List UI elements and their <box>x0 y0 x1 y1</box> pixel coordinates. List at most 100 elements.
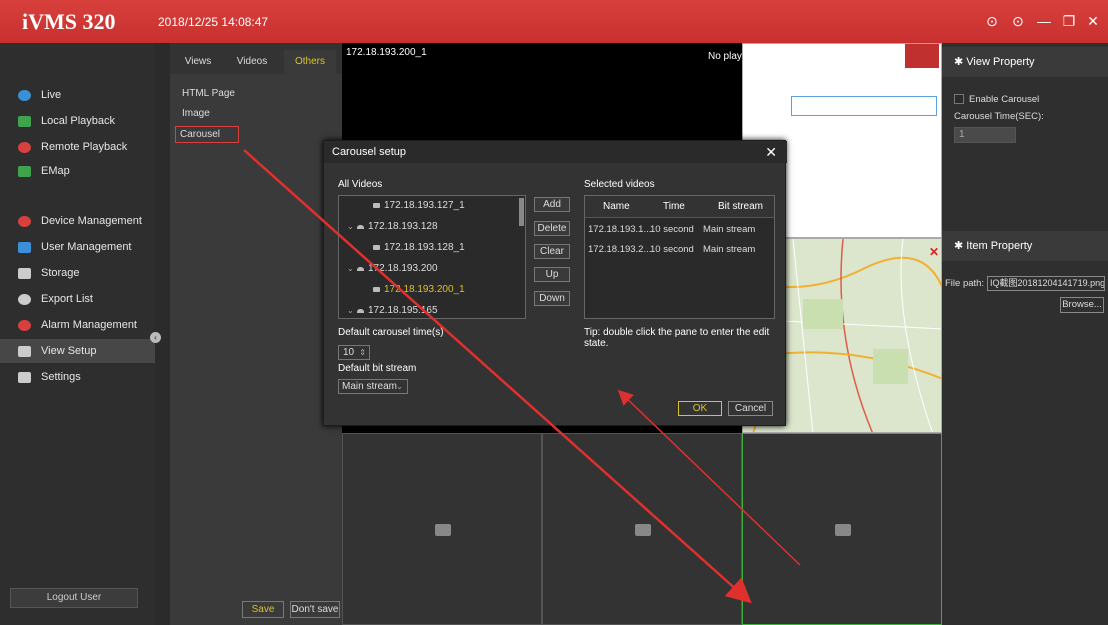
tree-node-device[interactable]: ⌄ 172.18.193.128 <box>347 221 438 232</box>
carousel-time-input[interactable]: 1 <box>954 127 1016 143</box>
tab-others[interactable]: Others <box>284 50 336 74</box>
emap-icon <box>18 165 31 177</box>
live-icon <box>18 89 31 101</box>
expand-arrow-icon[interactable]: ⌄ <box>347 264 357 273</box>
tree-node-device[interactable]: ⌄ 172.18.195.165 <box>347 305 438 316</box>
chevron-down-icon: ⌄ <box>396 382 403 391</box>
nav-item-local-playback[interactable]: Local Playback <box>0 109 155 133</box>
no-video-icon <box>835 524 851 536</box>
file-path-field[interactable]: IQ截图20181204141719.png <box>987 276 1105 291</box>
no-video-icon <box>635 524 651 536</box>
expand-arrow-icon[interactable]: ⌄ <box>347 306 357 315</box>
storage-icon <box>18 267 31 279</box>
close-icon[interactable]: ✕ <box>1083 11 1103 31</box>
camera-icon <box>373 203 380 208</box>
nav-item-view-setup[interactable]: View Setup <box>0 339 155 363</box>
add-button[interactable]: Add <box>534 197 570 212</box>
resource-item-carousel[interactable]: Carousel <box>175 126 239 143</box>
minimize-icon[interactable]: — <box>1034 11 1054 31</box>
device-management-icon <box>18 215 31 227</box>
selected-videos-table: Name Time Bit stream 172.18.193.1... 10 … <box>584 195 775 319</box>
nav-label: User Management <box>41 241 132 253</box>
up-button[interactable]: Up <box>534 267 570 282</box>
save-button[interactable]: Save <box>242 601 284 618</box>
device-icon <box>357 266 364 271</box>
nav-item-remote-playback[interactable]: Remote Playback <box>0 135 155 159</box>
remove-item-icon[interactable]: ✕ <box>929 245 939 259</box>
property-panel: ✱ View Property Enable Carousel Carousel… <box>942 43 1108 625</box>
cell-name: 172.18.193.1... <box>588 224 652 235</box>
tree-scrollbar[interactable] <box>519 198 524 226</box>
enable-carousel-checkbox[interactable] <box>954 94 964 104</box>
default-bitstream-select[interactable]: Main stream ⌄ <box>338 379 408 394</box>
table-row[interactable]: 172.18.193.1... 10 second Main stream <box>585 219 774 239</box>
local-playback-icon <box>18 115 31 127</box>
nav-item-export-list[interactable]: Export List <box>0 287 155 311</box>
all-videos-label: All Videos <box>338 179 383 190</box>
resource-item-image[interactable]: Image <box>182 108 210 119</box>
browse-button[interactable]: Browse... <box>1060 297 1104 313</box>
nav-item-alarm-management[interactable]: Alarm Management <box>0 313 155 337</box>
carousel-setup-dialog: Carousel setup ✕ All Videos 172.18.193.1… <box>323 140 787 426</box>
nav-item-emap[interactable]: EMap <box>0 159 155 183</box>
video-pane-empty[interactable] <box>742 433 942 625</box>
dialog-close-icon[interactable]: ✕ <box>765 144 777 161</box>
camera-icon <box>373 245 380 250</box>
gear-icon: ✱ <box>954 240 967 252</box>
nav-item-device-management[interactable]: Device Management <box>0 209 155 233</box>
dont-save-button[interactable]: Don't save <box>290 601 340 618</box>
export-list-icon <box>18 293 31 305</box>
tree-node-device[interactable]: ⌄ 172.18.193.200 <box>347 263 438 274</box>
stepper-arrows-icon[interactable]: ⇕ <box>359 346 366 359</box>
pane-title: 172.18.193.200_1 <box>346 47 427 58</box>
device-icon <box>357 308 364 313</box>
cancel-button[interactable]: Cancel <box>728 401 773 416</box>
cell-name: 172.18.193.2... <box>588 244 652 255</box>
video-pane-empty[interactable] <box>542 433 742 625</box>
nav-label: View Setup <box>41 345 97 357</box>
dialog-title: Carousel setup <box>324 141 787 163</box>
video-pane-empty[interactable] <box>342 433 542 625</box>
info-icon[interactable]: ⊙ <box>1008 11 1028 31</box>
expand-arrow-icon[interactable]: ⌄ <box>347 222 357 231</box>
nav-item-live[interactable]: Live <box>0 83 155 107</box>
delete-button[interactable]: Delete <box>534 221 570 236</box>
user-management-icon <box>18 241 31 253</box>
tip-text: Tip: double click the pane to enter the … <box>584 327 770 349</box>
tree-node-camera-selected[interactable]: 172.18.193.200_1 <box>373 284 465 295</box>
nav-label: EMap <box>41 165 70 177</box>
datetime: 2018/12/25 14:08:47 <box>158 15 269 29</box>
left-nav: Live Local Playback Remote Playback EMap… <box>0 43 155 625</box>
ok-button[interactable]: OK <box>678 401 722 416</box>
nav-item-user-management[interactable]: User Management <box>0 235 155 259</box>
restore-icon[interactable]: ❐ <box>1059 11 1079 31</box>
nav-item-storage[interactable]: Storage <box>0 261 155 285</box>
nav-item-settings[interactable]: Settings <box>0 365 155 389</box>
collapse-sidebar-icon[interactable]: ‹ <box>150 332 161 343</box>
resource-item-html-page[interactable]: HTML Page <box>182 88 235 99</box>
file-path-label: File path: <box>945 278 985 289</box>
web-input-box <box>791 96 937 116</box>
tree-node-camera[interactable]: 172.18.193.127_1 <box>373 200 465 211</box>
tree-node-camera[interactable]: 172.18.193.128_1 <box>373 242 465 253</box>
logout-button[interactable]: Logout User <box>10 588 138 608</box>
web-logo <box>905 44 939 68</box>
default-time-stepper[interactable]: 10 ⇕ <box>338 345 370 360</box>
table-row[interactable]: 172.18.193.2... 10 second Main stream <box>585 239 774 259</box>
cell-time: 10 second <box>650 244 694 255</box>
app-title: iVMS 320 <box>22 9 116 34</box>
view-setup-icon <box>18 345 31 357</box>
gear-icon: ✱ <box>954 56 967 68</box>
cell-stream: Main stream <box>703 244 756 255</box>
settings-icon <box>18 371 31 383</box>
tab-videos[interactable]: Videos <box>228 50 276 74</box>
selected-videos-label: Selected videos <box>584 179 655 190</box>
nav-label: Device Management <box>41 215 142 227</box>
column-header-time: Time <box>663 201 685 212</box>
cell-time: 10 second <box>650 224 694 235</box>
help-icon[interactable]: ⊙ <box>982 11 1002 31</box>
clear-button[interactable]: Clear <box>534 244 570 259</box>
down-button[interactable]: Down <box>534 291 570 306</box>
nav-label: Settings <box>41 371 81 383</box>
tab-views[interactable]: Views <box>174 50 222 74</box>
